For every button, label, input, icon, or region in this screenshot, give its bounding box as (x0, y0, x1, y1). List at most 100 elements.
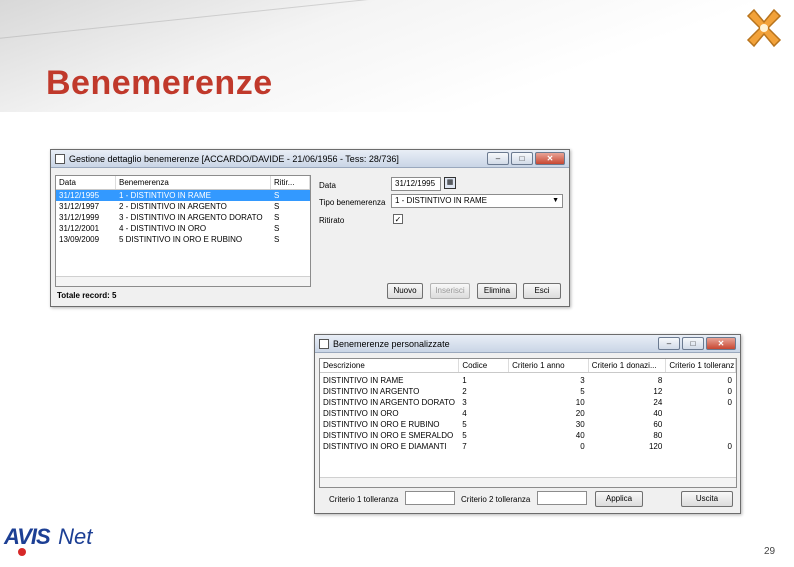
benemerenze-list[interactable]: Data Benemerenza Ritir... 31/12/1995 1 - … (55, 175, 311, 287)
table-row[interactable]: 13/09/2009 5 DISTINTIVO IN ORO E RUBINO S (56, 234, 310, 245)
cell-descrizione: DISTINTIVO IN ORO (323, 409, 399, 418)
table-row[interactable]: DISTINTIVO IN ARGENTO DORATO 3 10 24 0 (320, 397, 736, 408)
calendar-icon[interactable]: ▦ (444, 177, 456, 189)
window-titlebar[interactable]: Gestione dettaglio benemerenze [ACCARDO/… (51, 150, 569, 168)
benemerenze-personalizzate-list[interactable]: Descrizione Codice Criterio 1 anno Crite… (319, 358, 737, 488)
cell-tolleranza (666, 408, 736, 419)
cell-codice: 1 (462, 376, 467, 385)
table-row[interactable]: DISTINTIVO IN ORO E DIAMANTI 7 0 120 0 (320, 441, 736, 452)
check-icon: ✓ (394, 215, 402, 224)
column-header-ritirato[interactable]: Ritir... (271, 176, 310, 189)
cell-ritirato: S (274, 213, 280, 222)
cell-data: 31/12/1997 (59, 202, 100, 211)
gestione-benemerenze-window: Gestione dettaglio benemerenze [ACCARDO/… (50, 149, 570, 307)
elimina-button[interactable]: Elimina (477, 283, 517, 299)
cell-benemerenza: 5 DISTINTIVO IN ORO E RUBINO (119, 235, 243, 244)
cell-codice: 4 (462, 409, 467, 418)
esci-button[interactable]: Esci (523, 283, 561, 299)
cell-descrizione: DISTINTIVO IN ARGENTO DORATO (323, 398, 456, 407)
table-row[interactable]: 31/12/1997 2 - DISTINTIVO IN ARGENTO S (56, 201, 310, 212)
column-header-data[interactable]: Data (56, 176, 116, 189)
dropdown-arrow-icon[interactable]: ▼ (552, 195, 559, 207)
cell-benemerenza: 2 - DISTINTIVO IN ARGENTO (119, 202, 227, 211)
column-header-criterio-tolleranza[interactable]: Criterio 1 tolleranz... (666, 359, 736, 372)
page-number: 29 (764, 546, 776, 557)
horizontal-scrollbar[interactable] (56, 276, 310, 286)
window-title: Benemerenze personalizzate (333, 338, 450, 349)
tipo-benemerenza-select[interactable]: 1 - DISTINTIVO IN RAME ▼ (391, 194, 563, 208)
cell-donazioni: 60 (653, 420, 663, 429)
data-field[interactable]: 31/12/1995 (391, 177, 441, 191)
horizontal-scrollbar[interactable] (320, 477, 736, 487)
applica-button[interactable]: Applica (595, 491, 643, 507)
cell-ritirato: S (274, 224, 280, 233)
benemerenze-personalizzate-window: Benemerenze personalizzate – □ ✕ Descriz… (314, 334, 741, 514)
cell-tolleranza (666, 430, 736, 441)
cell-benemerenza: 3 - DISTINTIVO IN ARGENTO DORATO (119, 213, 263, 222)
table-row[interactable]: DISTINTIVO IN ORO E RUBINO 5 30 60 (320, 419, 736, 430)
cell-descrizione: DISTINTIVO IN ORO E DIAMANTI (323, 442, 447, 451)
x-logo-icon (746, 8, 782, 48)
column-header-criterio-donazioni[interactable]: Criterio 1 donazi... (589, 359, 667, 372)
nuovo-button[interactable]: Nuovo (387, 283, 423, 299)
cell-donazioni: 24 (653, 398, 663, 407)
minimize-button[interactable]: – (658, 337, 680, 350)
uscita-button[interactable]: Uscita (681, 491, 733, 507)
cell-anno: 10 (575, 398, 585, 407)
column-header-codice[interactable]: Codice (459, 359, 510, 372)
maximize-button[interactable]: □ (511, 152, 533, 165)
data-label: Data (319, 181, 336, 190)
minimize-button[interactable]: – (487, 152, 509, 165)
cell-tolleranza: 0 (727, 398, 732, 407)
cell-benemerenza: 1 - DISTINTIVO IN RAME (119, 191, 212, 200)
avis-net-logo: AVIS Net (4, 524, 93, 556)
cell-tolleranza: 0 (727, 442, 732, 451)
cell-descrizione: DISTINTIVO IN ARGENTO (323, 387, 420, 396)
table-row[interactable]: 31/12/2001 4 - DISTINTIVO IN ORO S (56, 223, 310, 234)
close-button[interactable]: ✕ (706, 337, 736, 350)
inserisci-button[interactable]: Inserisci (430, 283, 470, 299)
cell-descrizione: DISTINTIVO IN RAME (323, 376, 404, 385)
cell-codice: 5 (462, 431, 467, 440)
cell-descrizione: DISTINTIVO IN ORO E RUBINO (323, 420, 440, 429)
table-row[interactable]: DISTINTIVO IN ORO 4 20 40 (320, 408, 736, 419)
cell-donazioni: 80 (653, 431, 663, 440)
tipo-benemerenza-label: Tipo benemerenza (319, 198, 386, 207)
column-header-benemerenza[interactable]: Benemerenza (116, 176, 271, 189)
cell-codice: 3 (462, 398, 467, 407)
total-records-label: Totale record: 5 (57, 291, 117, 300)
ritirato-checkbox[interactable]: ✓ (393, 214, 403, 224)
cell-anno: 20 (575, 409, 585, 418)
list-header: Descrizione Codice Criterio 1 anno Crite… (320, 359, 736, 373)
window-titlebar[interactable]: Benemerenze personalizzate – □ ✕ (315, 335, 740, 353)
table-row[interactable]: 31/12/1999 3 - DISTINTIVO IN ARGENTO DORA… (56, 212, 310, 223)
cell-data: 13/09/2009 (59, 235, 100, 244)
cell-anno: 40 (575, 431, 585, 440)
table-row[interactable]: DISTINTIVO IN ORO E SMERALDO 5 40 80 (320, 430, 736, 441)
close-button[interactable]: ✕ (535, 152, 565, 165)
tipo-benemerenza-value: 1 - DISTINTIVO IN RAME (395, 196, 488, 205)
criterio1-tolleranza-input[interactable] (405, 491, 455, 505)
cell-data: 31/12/1995 (59, 191, 100, 200)
criterio1-tolleranza-label: Criterio 1 tolleranza (329, 495, 399, 504)
criterio2-tolleranza-input[interactable] (537, 491, 587, 505)
cell-ritirato: S (274, 235, 280, 244)
app-icon (55, 153, 65, 164)
table-row[interactable]: 31/12/1995 1 - DISTINTIVO IN RAME S (56, 190, 310, 201)
column-header-descrizione[interactable]: Descrizione (320, 359, 460, 372)
cell-benemerenza: 4 - DISTINTIVO IN ORO (119, 224, 207, 233)
maximize-button[interactable]: □ (682, 337, 704, 350)
net-logo-text: Net (58, 524, 93, 549)
table-row[interactable]: DISTINTIVO IN RAME 1 3 8 0 (320, 375, 736, 386)
cell-donazioni: 40 (653, 409, 663, 418)
app-icon (319, 338, 329, 349)
cell-codice: 7 (462, 442, 467, 451)
table-row[interactable]: DISTINTIVO IN ARGENTO 2 5 12 0 (320, 386, 736, 397)
window-title: Gestione dettaglio benemerenze [ACCARDO/… (69, 153, 399, 164)
cell-tolleranza (666, 419, 736, 430)
cell-data: 31/12/1999 (59, 213, 100, 222)
list-header: Data Benemerenza Ritir... (56, 176, 310, 190)
cell-anno: 3 (580, 376, 585, 385)
cell-donazioni: 120 (648, 442, 663, 451)
column-header-criterio-anno[interactable]: Criterio 1 anno (509, 359, 589, 372)
